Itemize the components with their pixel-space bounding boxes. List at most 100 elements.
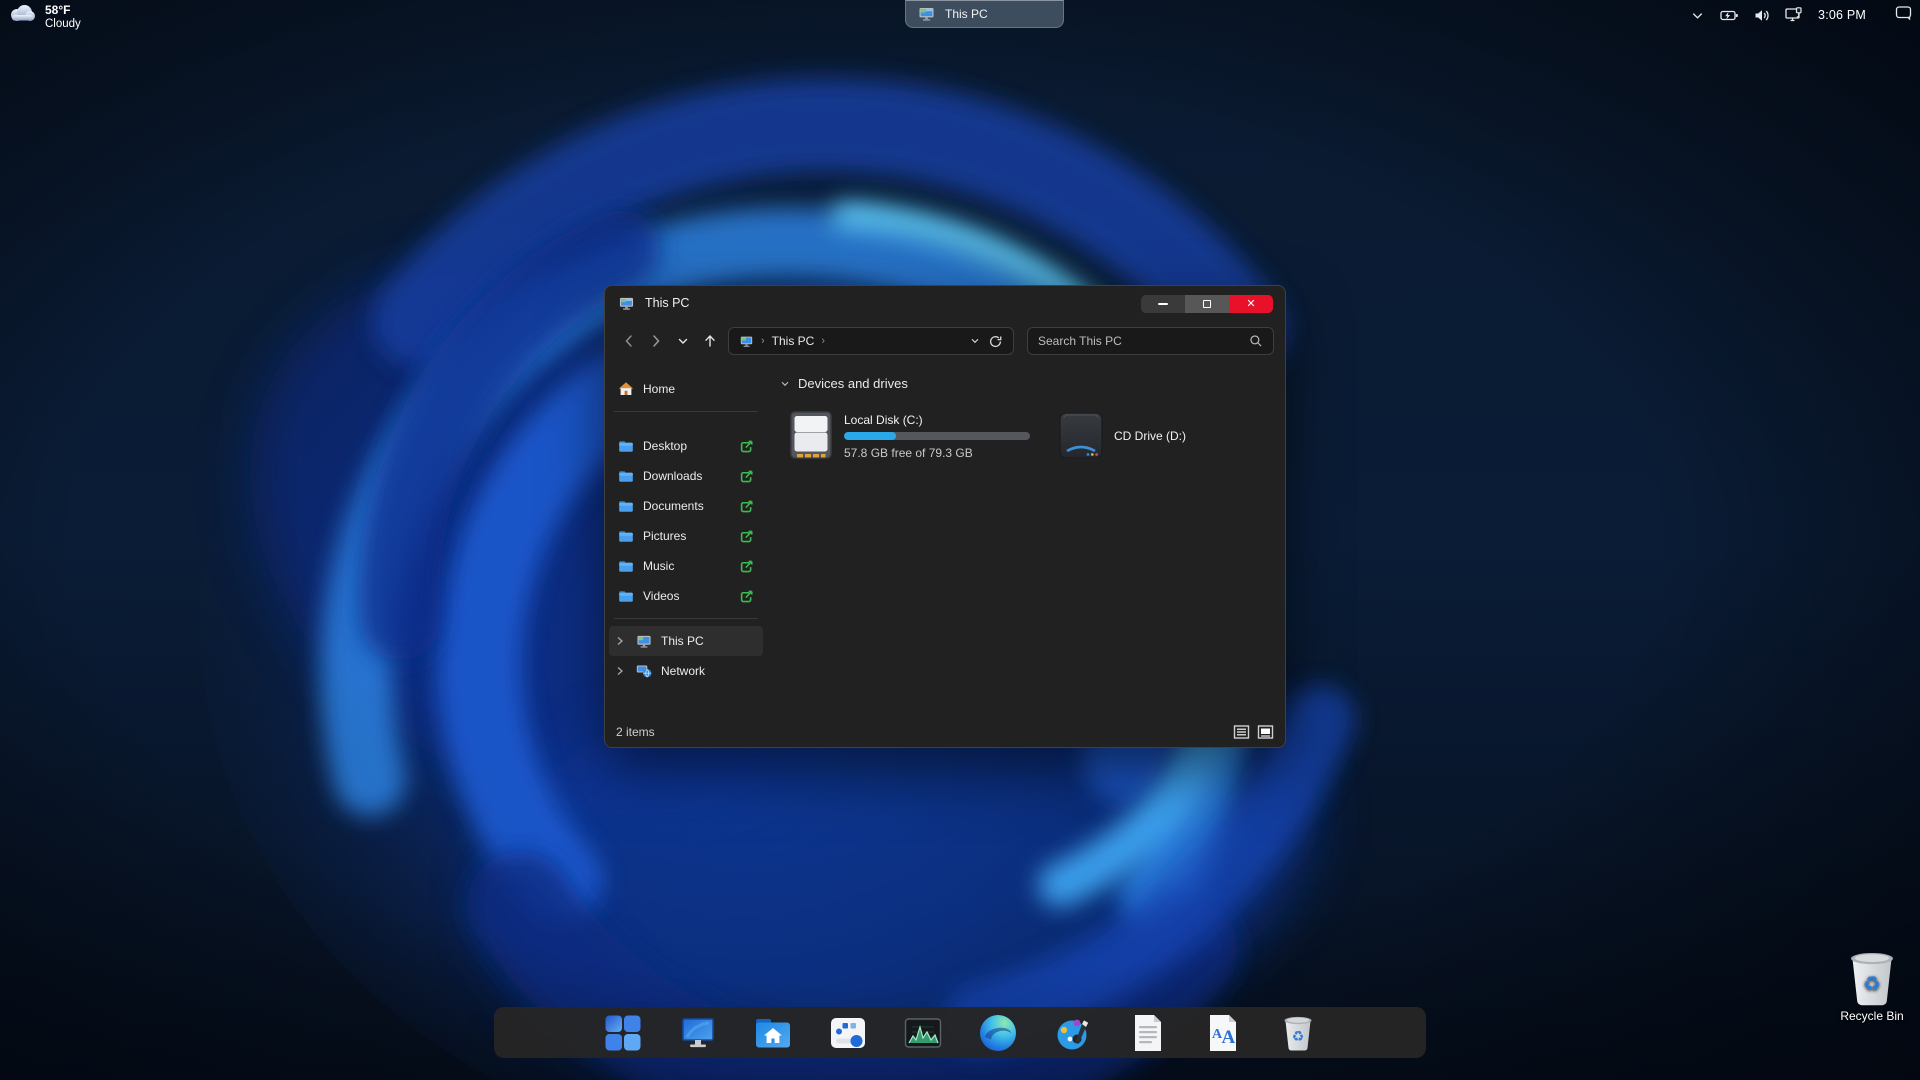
windows-start-icon	[605, 1015, 640, 1050]
close-button[interactable]: ✕	[1229, 295, 1273, 313]
large-icons-view-icon[interactable]	[1257, 724, 1274, 740]
sidebar-item-label: Home	[643, 382, 676, 396]
cloud-icon	[11, 5, 35, 21]
shortcut-arrow-icon[interactable]	[739, 499, 754, 514]
chevron-down-icon[interactable]	[1690, 8, 1705, 23]
disk-usage-fill	[844, 431, 897, 440]
sidebar-item-label: Desktop	[643, 439, 688, 453]
paint-button[interactable]	[1053, 1013, 1093, 1053]
this-pc-icon	[740, 336, 753, 347]
items-count: 2 items	[616, 725, 655, 739]
address-dropdown-icon[interactable]	[969, 335, 981, 347]
clock[interactable]: 3:06 PM	[1818, 8, 1866, 22]
sidebar-item-label: Videos	[643, 589, 680, 603]
desktop: 58°F Cloudy This PC 3:06 PM This PC ✕ › …	[0, 0, 1920, 1080]
sidebar-item-this-pc[interactable]: This PC	[609, 626, 763, 656]
svg-text:♻: ♻	[1863, 973, 1881, 995]
sidebar-item-downloads[interactable]: Downloads	[609, 461, 763, 491]
folder-icon	[619, 531, 633, 542]
sidebar-item-documents[interactable]: Documents	[609, 491, 763, 521]
file-explorer-button[interactable]	[753, 1013, 793, 1053]
start-button[interactable]	[603, 1013, 643, 1053]
sidebar-item-network[interactable]: Network	[609, 656, 763, 686]
sidebar-item-label: Network	[661, 664, 706, 678]
svg-text:♻: ♻	[1291, 1028, 1304, 1044]
address-bar[interactable]: › This PC ›	[728, 327, 1014, 355]
network-display-icon[interactable]	[1785, 6, 1803, 24]
drive-local-disk-c[interactable]: Local Disk (C:) 57.8 GB free of 79.3 GB	[782, 407, 1036, 465]
edge-button[interactable]	[978, 1013, 1018, 1053]
sidebar-item-label: Documents	[643, 499, 704, 513]
system-tray: 3:06 PM	[1690, 0, 1912, 30]
title-bar[interactable]: This PC ✕	[605, 286, 1285, 320]
shortcut-arrow-icon[interactable]	[739, 559, 754, 574]
recycle-bin-dock-button[interactable]: ♻	[1278, 1013, 1318, 1053]
shortcut-arrow-icon[interactable]	[739, 439, 754, 454]
sidebar-item-label: Downloads	[643, 469, 703, 483]
notepad-button[interactable]	[1128, 1013, 1168, 1053]
drive-free-space: 57.8 GB free of 79.3 GB	[844, 445, 973, 460]
recycle-bin-icon: ♻	[1284, 1016, 1311, 1051]
network-icon	[636, 665, 652, 678]
window-controls: ✕	[1141, 295, 1273, 313]
dock-taskbar: A A ♻	[494, 1007, 1426, 1058]
taskbar-item-this-pc[interactable]: This PC	[905, 0, 1064, 28]
fonts-button[interactable]: A A	[1203, 1013, 1243, 1053]
weather-widget[interactable]: 58°F Cloudy	[8, 3, 81, 32]
minimize-button[interactable]	[1141, 295, 1185, 313]
volume-icon[interactable]	[1754, 8, 1770, 23]
settings-button[interactable]	[828, 1013, 868, 1053]
weather-condition: Cloudy	[45, 18, 81, 30]
refresh-icon[interactable]	[988, 334, 1003, 349]
hard-disk-icon	[790, 411, 832, 459]
breadcrumb-separator: ›	[821, 335, 826, 347]
top-taskbar: 58°F Cloudy This PC 3:06 PM	[0, 0, 1920, 30]
recycle-bin-icon: ♻	[1851, 952, 1893, 1006]
notepad-icon	[1134, 1014, 1161, 1051]
paint-icon	[1057, 1019, 1088, 1049]
search-box[interactable]	[1027, 327, 1274, 355]
desktop-recycle-bin[interactable]: ♻ Recycle Bin	[1834, 950, 1910, 1023]
sidebar-item-label: Pictures	[643, 529, 687, 543]
folder-icon	[619, 471, 633, 482]
folder-icon	[619, 501, 633, 512]
notification-icon[interactable]	[1895, 5, 1912, 21]
sidebar-item-pictures[interactable]: Pictures	[609, 521, 763, 551]
this-pc-icon	[637, 635, 651, 648]
fonts-icon: A A	[1209, 1014, 1236, 1051]
svg-text:A: A	[1221, 1027, 1235, 1048]
shortcut-arrow-icon[interactable]	[739, 529, 754, 544]
up-button[interactable]	[696, 328, 723, 355]
breadcrumb-this-pc[interactable]: This PC	[772, 334, 815, 348]
sidebar-item-music[interactable]: Music	[609, 551, 763, 581]
sidebar-item-desktop[interactable]: Desktop	[609, 431, 763, 461]
collapse-chevron-icon[interactable]	[779, 378, 791, 390]
expand-chevron-icon[interactable]	[613, 666, 627, 676]
window-title: This PC	[645, 296, 690, 310]
drive-name: CD Drive (D:)	[1114, 429, 1186, 443]
section-devices-and-drives[interactable]: Devices and drives	[779, 376, 1269, 391]
drive-cd-d[interactable]: CD Drive (D:)	[1052, 407, 1192, 465]
back-button[interactable]	[615, 328, 642, 355]
settings-icon	[830, 1017, 865, 1048]
shortcut-arrow-icon[interactable]	[739, 469, 754, 484]
battery-charging-icon[interactable]	[1720, 8, 1739, 23]
sidebar-separator	[614, 411, 758, 412]
task-manager-button[interactable]	[903, 1013, 943, 1053]
navigation-bar: › This PC ›	[605, 320, 1285, 362]
forward-button[interactable]	[642, 328, 669, 355]
sidebar-item-home[interactable]: Home	[609, 374, 763, 404]
expand-chevron-icon[interactable]	[613, 636, 627, 646]
shortcut-arrow-icon[interactable]	[739, 589, 754, 604]
weather-temp: 58°F	[45, 3, 71, 17]
search-input[interactable]	[1038, 334, 1249, 348]
details-view-icon[interactable]	[1233, 724, 1250, 740]
status-bar: 2 items	[605, 717, 1285, 747]
display-settings-button[interactable]	[678, 1013, 718, 1053]
sidebar-item-videos[interactable]: Videos	[609, 581, 763, 611]
this-pc-icon	[619, 297, 634, 310]
maximize-button[interactable]	[1185, 295, 1229, 313]
recent-locations-button[interactable]	[669, 328, 696, 355]
home-icon	[618, 382, 634, 395]
file-explorer-icon	[755, 1018, 790, 1047]
